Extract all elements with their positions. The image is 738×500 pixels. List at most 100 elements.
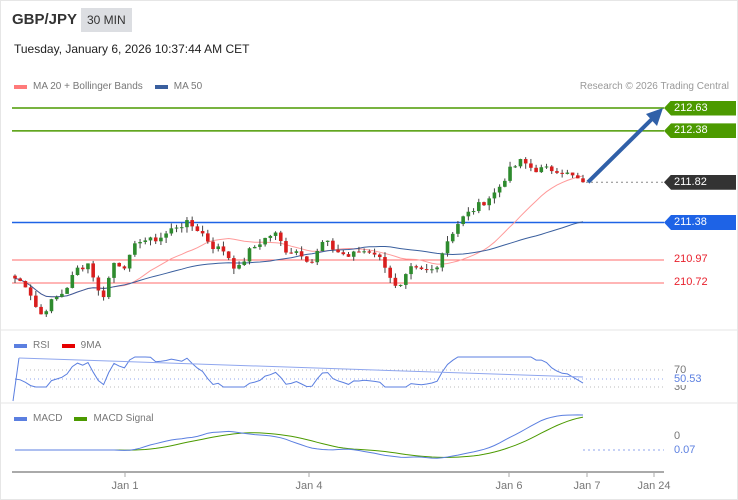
candle-body [450, 233, 455, 242]
candle [80, 265, 85, 272]
candle [398, 284, 403, 287]
candle-body [106, 277, 111, 298]
candle [544, 163, 549, 169]
candle [164, 230, 168, 243]
candle-body [398, 284, 403, 286]
candle-body [404, 274, 408, 285]
rsi-ma-swatch [61, 343, 75, 348]
candle [445, 236, 450, 257]
candle-body [60, 293, 64, 297]
candle [211, 237, 215, 254]
candle [65, 287, 69, 294]
candle-body [466, 211, 471, 217]
candle-body [289, 252, 293, 254]
candle-body [143, 240, 148, 243]
candle [305, 255, 309, 263]
candle-body [346, 254, 351, 257]
candle-body [200, 231, 205, 234]
candle-body [206, 233, 210, 242]
candle-body [581, 178, 585, 183]
candle [159, 232, 163, 246]
candle-body [65, 287, 69, 294]
candle-body [133, 243, 137, 255]
candle [133, 240, 137, 257]
rsi-ma-label: 9MA [80, 340, 102, 351]
candle-body [13, 275, 17, 279]
candle-body [190, 220, 194, 227]
candle [383, 252, 387, 273]
candle-body [351, 251, 356, 257]
candle [419, 265, 424, 270]
candle [122, 265, 127, 271]
macd-signal-label: MACD Signal [93, 413, 154, 424]
candle [221, 241, 226, 256]
candle [497, 184, 502, 198]
candle-body [435, 267, 439, 270]
rsi-label: RSI [33, 340, 50, 351]
candle-body [86, 263, 90, 270]
x-tick-label: Jan 1 [112, 480, 139, 492]
candle [91, 260, 95, 282]
candle-body [179, 227, 184, 229]
candle [75, 265, 80, 276]
candle [127, 254, 132, 272]
candle [351, 250, 356, 261]
candle-body [96, 277, 101, 291]
candle-body [476, 202, 481, 212]
candle-body [80, 267, 85, 270]
candle-body [534, 167, 538, 173]
candle [471, 208, 476, 215]
candle-body [341, 252, 346, 255]
candle [153, 233, 158, 245]
candle-body [252, 246, 257, 249]
candle [346, 252, 351, 257]
candle [377, 253, 382, 261]
candle-body [91, 263, 95, 278]
candle [560, 169, 564, 178]
candle-body [565, 172, 570, 174]
candle [86, 263, 90, 274]
candle [148, 236, 153, 246]
candle-body [117, 262, 122, 267]
candle-body [195, 226, 200, 232]
candle [60, 289, 64, 298]
candle-body [549, 166, 554, 172]
candle [39, 304, 43, 315]
level-label-support: 210.97 [674, 253, 708, 266]
candle-body [273, 232, 278, 236]
chart-widget: GBP/JPY 30 MIN Tuesday, January 6, 2026 … [0, 0, 738, 500]
candle [430, 264, 434, 274]
x-tick-label: Jan 4 [296, 480, 323, 492]
forecast-arrow [586, 116, 655, 184]
candle-body [508, 166, 512, 181]
candle-body [440, 253, 445, 268]
candle [341, 250, 346, 256]
candle-body [70, 275, 75, 288]
candle-body [101, 290, 106, 298]
candle [268, 234, 273, 242]
candle-body [320, 241, 325, 251]
candle-body [419, 267, 424, 270]
candle [414, 264, 419, 270]
candle-body [23, 281, 28, 288]
candle [294, 249, 299, 256]
candle [195, 223, 200, 232]
candle-body [263, 237, 267, 245]
candle [456, 220, 460, 237]
candle-body [216, 246, 221, 250]
candle-body [54, 296, 59, 300]
candle-body [414, 266, 419, 268]
candle [273, 231, 278, 241]
candle [179, 222, 184, 233]
candle-body [284, 241, 288, 253]
candle-body [383, 257, 387, 268]
candle-body [268, 235, 273, 238]
candle-body [430, 269, 434, 271]
candle-body [148, 237, 153, 241]
candle [44, 309, 49, 317]
candle-body [169, 228, 174, 234]
candle [70, 271, 75, 289]
candle-body [299, 251, 304, 257]
candle [289, 247, 293, 254]
candle [529, 158, 533, 172]
